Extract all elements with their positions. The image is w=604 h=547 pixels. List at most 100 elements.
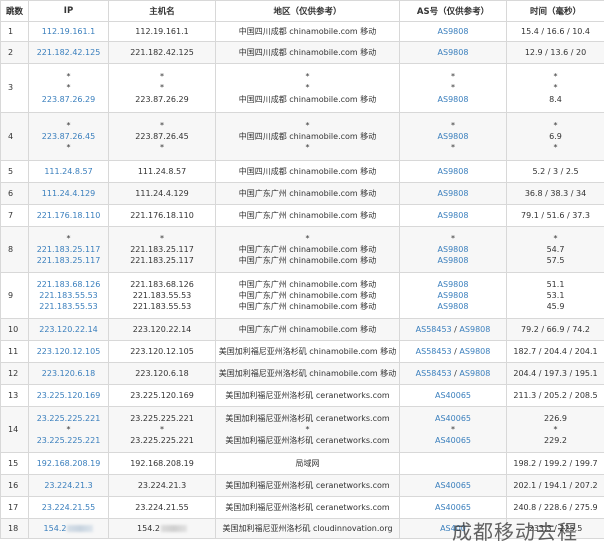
hostname-text: 221.183.55.53 — [132, 302, 192, 312]
hostname-text: 223.120.6.18 — [135, 368, 189, 378]
hop-cell: 6 — [0, 182, 29, 205]
as-link[interactable]: AS9808 — [459, 347, 490, 356]
hostname-text: 23.225.120.169 — [130, 390, 194, 400]
ip-link[interactable]: 23.224.21.55 — [42, 503, 95, 512]
as-link[interactable]: AS58453 — [416, 347, 452, 356]
region-cell: 中国四川成都 chinamobile.com 移动 — [215, 41, 400, 64]
header-hop: 跳数 — [0, 0, 29, 22]
ip-link[interactable]: 221.183.25.117 — [37, 245, 101, 254]
table-row: 16 23.224.21.3 23.224.21.3 美国加利福尼亚州洛杉矶 cera… — [0, 474, 604, 497]
table-row: 1 112.19.161.1 112.19.161.1 中国四川成都 chinamob… — [0, 21, 604, 42]
ip-cell: 223.120.12.105 — [28, 340, 109, 363]
ip-cell: 221.182.42.125 — [28, 41, 109, 64]
ip-link[interactable]: 112.19.161.1 — [42, 27, 95, 36]
as-link[interactable]: AS40065 — [435, 436, 471, 445]
region-text: 中国广东广州 chinamobile.com 移动 — [238, 290, 377, 300]
ip-link[interactable]: 154.2 — [44, 524, 67, 533]
ip-link[interactable]: 221.182.42.125 — [37, 48, 101, 57]
time-text: * — [553, 72, 558, 82]
as-link[interactable]: AS9808 — [438, 245, 469, 254]
ip-timeout: * — [66, 120, 71, 130]
as-timeout: * — [451, 120, 455, 130]
table-row: 7 221.176.18.110 221.176.18.110 中国广东广州 chin… — [0, 204, 604, 227]
table-row: 10 223.120.22.14 223.120.22.14 中国广东广州 china… — [0, 318, 604, 341]
ip-timeout: * — [66, 83, 71, 93]
hostname-text: * — [160, 424, 164, 434]
region-cell: 中国广东广州 chinamobile.com 移动 中国广东广州 chinamob… — [215, 272, 400, 319]
header-time: 时间（毫秒） — [506, 0, 604, 22]
ip-timeout: * — [66, 424, 71, 434]
ip-link[interactable]: 223.87.26.45 — [42, 132, 95, 141]
ip-cell: 111.24.8.57 — [28, 160, 109, 183]
region-text: 中国四川成都 chinamobile.com 移动 — [238, 26, 377, 36]
as-cell: AS58453 / AS9808 — [399, 362, 507, 385]
ip-timeout: * — [66, 143, 71, 153]
ip-link[interactable]: 223.120.6.18 — [42, 369, 95, 378]
as-link[interactable]: AS9808 — [438, 27, 469, 36]
time-cell: 15.4 / 16.6 / 10.4 — [506, 21, 604, 42]
table-row: 2 221.182.42.125 221.182.42.125 中国四川成都 chin… — [0, 41, 604, 64]
region-text: 美国加利福尼亚州洛杉矶 cloudinnovation.org — [222, 523, 393, 533]
ip-link[interactable]: 223.120.22.14 — [39, 325, 98, 334]
as-link[interactable]: AS400 — [440, 524, 466, 533]
ip-link[interactable]: 221.183.55.53 — [39, 291, 98, 300]
hostname-cell: 221.182.42.125 — [108, 41, 216, 64]
redacted-blur — [160, 524, 187, 532]
as-link[interactable]: AS40065 — [435, 503, 471, 512]
as-link[interactable]: AS9808 — [438, 132, 469, 141]
region-cell: 中国广东广州 chinamobile.com 移动 — [215, 204, 400, 227]
as-cell — [399, 452, 507, 475]
time-cell: 51.1 53.1 45.9 — [506, 272, 604, 319]
table-row: 12 223.120.6.18 223.120.6.18 美国加利福尼亚州洛杉矶 ch… — [0, 362, 604, 385]
as-link[interactable]: AS9808 — [438, 95, 469, 104]
ip-link[interactable]: 111.24.4.129 — [42, 189, 95, 198]
as-link[interactable]: AS9808 — [438, 302, 469, 311]
as-link[interactable]: AS9808 — [438, 256, 469, 265]
as-link[interactable]: AS9808 — [438, 189, 469, 198]
ip-link[interactable]: 223.87.26.29 — [42, 95, 95, 104]
ip-link[interactable]: 111.24.8.57 — [44, 167, 92, 176]
ip-link[interactable]: 221.176.18.110 — [37, 211, 101, 220]
ip-link[interactable]: 221.183.25.117 — [37, 256, 101, 265]
region-cell: * 中国四川成都 chinamobile.com 移动 * — [215, 112, 400, 161]
table-row: 5 111.24.8.57 111.24.8.57 中国四川成都 chinamobil… — [0, 160, 604, 183]
table-row: 17 23.224.21.55 23.224.21.55 美国加利福尼亚州洛杉矶 ce… — [0, 496, 604, 519]
as-link[interactable]: AS58453 — [416, 325, 452, 334]
as-link[interactable]: AS40065 — [435, 391, 471, 400]
time-text: 198.2 / 199.2 / 199.7 — [513, 458, 598, 468]
as-link[interactable]: AS9808 — [459, 369, 490, 378]
hostname-text: 221.182.42.125 — [130, 47, 194, 57]
as-link[interactable]: AS58453 — [416, 369, 452, 378]
region-cell: 美国加利福尼亚州洛杉矶 ceranetworks.com — [215, 384, 400, 407]
as-link[interactable]: AS9808 — [438, 167, 469, 176]
region-text: * — [305, 143, 310, 153]
hostname-text: 23.225.225.221 — [130, 413, 194, 423]
as-link[interactable]: AS9808 — [438, 48, 469, 57]
ip-link[interactable]: 23.224.21.3 — [44, 481, 92, 490]
ip-link[interactable]: 23.225.225.221 — [37, 414, 101, 423]
time-text: 226.9 — [544, 413, 567, 423]
hop-cell: 9 — [0, 272, 29, 319]
ip-link[interactable]: 223.120.12.105 — [37, 347, 101, 356]
as-link[interactable]: AS9808 — [438, 211, 469, 220]
ip-link[interactable]: 221.183.55.53 — [39, 302, 98, 311]
region-cell: 中国广东广州 chinamobile.com 移动 — [215, 318, 400, 341]
as-link[interactable]: AS9808 — [438, 280, 469, 289]
region-text: 美国加利福尼亚州洛杉矶 chinamobile.com 移动 — [218, 368, 397, 378]
hostname-cell: 221.183.68.126 221.183.55.53 221.183.55.53 — [108, 272, 216, 319]
ip-link[interactable]: 221.183.68.126 — [37, 280, 101, 289]
time-text: * — [553, 233, 558, 243]
ip-link[interactable]: 23.225.225.221 — [37, 436, 101, 445]
ip-link[interactable]: 192.168.208.19 — [37, 459, 101, 468]
time-cell: 233.3 / 225.5 — [506, 518, 604, 539]
region-text: 美国加利福尼亚州洛杉矶 ceranetworks.com — [225, 436, 390, 446]
hostname-text: 221.183.25.117 — [130, 256, 194, 266]
as-link[interactable]: AS40065 — [435, 481, 471, 490]
ip-link[interactable]: 23.225.120.169 — [37, 391, 101, 400]
as-link[interactable]: AS9808 — [459, 325, 490, 334]
region-text: 中国广东广州 chinamobile.com 移动 — [238, 188, 377, 198]
region-text: 中国四川成都 chinamobile.com 移动 — [238, 94, 377, 104]
region-text: * — [305, 83, 310, 93]
as-link[interactable]: AS9808 — [438, 291, 469, 300]
as-link[interactable]: AS40065 — [435, 414, 471, 423]
